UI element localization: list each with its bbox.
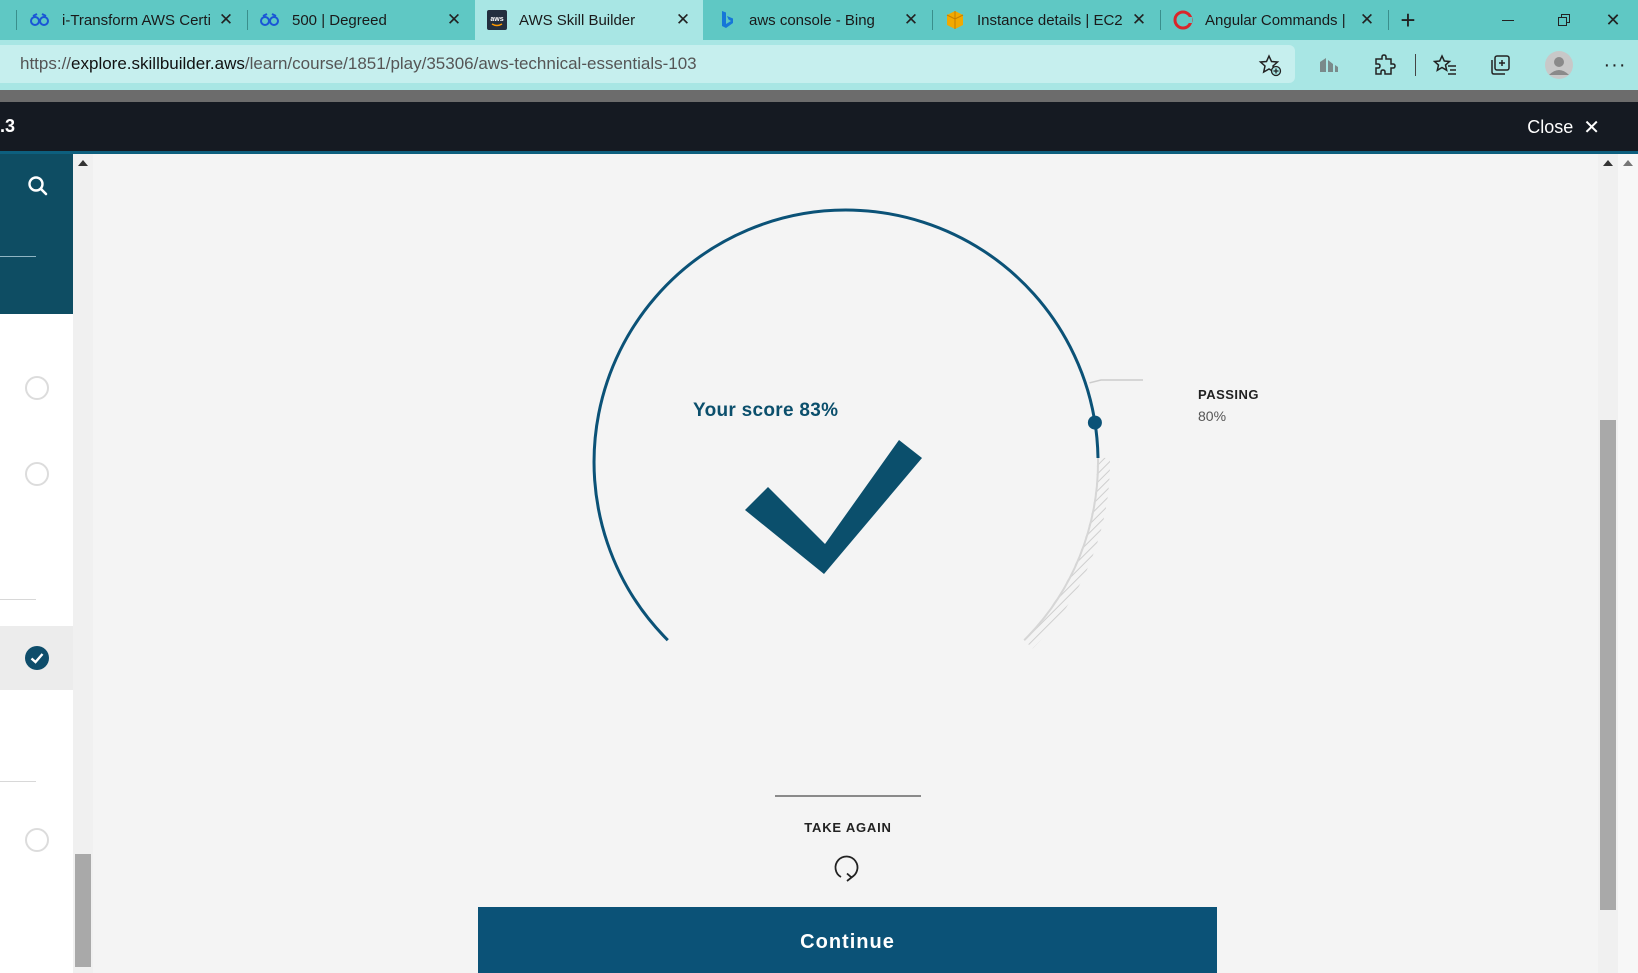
- aws-icon: aws: [487, 10, 507, 30]
- close-icon[interactable]: ✕: [1129, 10, 1149, 30]
- sidebar-header: [0, 154, 73, 314]
- content-scrollbar[interactable]: [1598, 154, 1618, 973]
- tab-title: i-Transform AWS Certi: [62, 11, 210, 29]
- tab-separator: [16, 10, 17, 30]
- browser-toolbar: https://explore.skillbuilder.aws/learn/c…: [0, 40, 1638, 90]
- sidebar-scrollbar[interactable]: [73, 154, 93, 973]
- quiz-result-panel: Your score 83% PASSING 80% TAKE AGAIN Co…: [93, 154, 1598, 973]
- tab-angular[interactable]: Angular Commands | ✕: [1161, 0, 1387, 40]
- scrollbar-thumb[interactable]: [75, 854, 91, 967]
- sidebar-divider: [0, 256, 36, 257]
- scroll-up-arrow[interactable]: [1603, 160, 1613, 166]
- lesson-status-incomplete[interactable]: [25, 462, 49, 486]
- tab-bing[interactable]: aws console - Bing ✕: [705, 0, 931, 40]
- url-scheme: https://: [20, 54, 72, 73]
- close-icon[interactable]: ✕: [1357, 10, 1377, 30]
- angular-icon: [1173, 10, 1193, 30]
- degreed-icon: [30, 10, 50, 30]
- close-icon: ✕: [1605, 9, 1621, 30]
- favorites-icon[interactable]: [1430, 50, 1460, 80]
- continue-button[interactable]: Continue: [478, 907, 1217, 973]
- lesson-status-incomplete[interactable]: [25, 828, 49, 852]
- score-gauge: [592, 208, 1143, 649]
- svg-text:aws: aws: [490, 16, 503, 23]
- url-host: explore.skillbuilder.aws: [71, 54, 245, 73]
- close-icon[interactable]: ✕: [901, 10, 921, 30]
- ec2-icon: [945, 10, 965, 30]
- close-button[interactable]: Close ✕: [1527, 115, 1600, 140]
- add-favorite-icon[interactable]: [1255, 50, 1285, 80]
- new-tab-button[interactable]: +: [1380, 0, 1436, 40]
- check-circle-icon: [25, 646, 49, 670]
- minimize-icon: [1502, 19, 1514, 21]
- browser-window: { "browser": { "tabs": [ {"label": "i-Tr…: [0, 0, 1638, 973]
- tab-itransform[interactable]: i-Transform AWS Certi ✕: [18, 0, 246, 40]
- gauge-score-arc: [592, 208, 1100, 642]
- tab-title: AWS Skill Builder: [519, 11, 636, 29]
- page-scrollbar[interactable]: [1618, 154, 1638, 973]
- passing-leader-line: [1089, 379, 1143, 384]
- restore-button[interactable]: [1536, 0, 1592, 40]
- course-title: .3: [0, 116, 16, 136]
- lesson-status-incomplete[interactable]: [25, 376, 49, 400]
- close-icon[interactable]: ✕: [444, 10, 464, 30]
- course-header: .3 Close ✕: [0, 102, 1638, 151]
- scroll-up-arrow[interactable]: [78, 160, 88, 166]
- bing-icon: [717, 10, 737, 30]
- window-close-button[interactable]: ✕: [1588, 0, 1638, 40]
- plus-icon: +: [1400, 4, 1416, 35]
- app-icon[interactable]: [1314, 50, 1344, 80]
- sidebar-divider: [0, 599, 36, 600]
- passing-label: PASSING: [1198, 387, 1260, 402]
- extensions-icon[interactable]: [1370, 50, 1400, 80]
- url-path: /learn/course/1851/play/35306/aws-techni…: [244, 54, 697, 73]
- restore-icon: [1558, 14, 1570, 26]
- passing-value: 80%: [1198, 408, 1227, 424]
- take-again-button[interactable]: TAKE AGAIN: [748, 820, 948, 835]
- close-label: Close: [1527, 117, 1574, 137]
- scroll-up-arrow[interactable]: [1623, 160, 1633, 166]
- tab-title: aws console - Bing: [749, 11, 875, 29]
- retry-icon[interactable]: [831, 851, 863, 883]
- toolbar-separator: [1415, 54, 1416, 76]
- close-icon[interactable]: ✕: [673, 10, 693, 30]
- checkmark-icon: [745, 440, 922, 574]
- tab-title: Angular Commands |: [1205, 11, 1346, 29]
- collections-icon[interactable]: [1485, 50, 1515, 80]
- sidebar-item-active[interactable]: [0, 626, 73, 690]
- close-icon[interactable]: ✕: [216, 10, 236, 30]
- close-icon: ✕: [1583, 117, 1600, 139]
- header-divider: [0, 90, 1638, 102]
- score-text: Your score 83%: [693, 400, 839, 421]
- section-divider: [775, 795, 921, 797]
- scrollbar-thumb[interactable]: [1600, 420, 1616, 910]
- minimize-button[interactable]: [1480, 0, 1536, 40]
- passing-threshold: PASSING 80%: [1198, 387, 1259, 424]
- tab-title: Instance details | EC2: [977, 11, 1123, 29]
- more-options-icon[interactable]: ···: [1600, 50, 1630, 80]
- tab-aws-skill-builder[interactable]: aws AWS Skill Builder ✕: [475, 0, 703, 40]
- tab-strip: ✕ i-Transform AWS Certi ✕ 500 | Degreed …: [0, 0, 1638, 40]
- profile-avatar[interactable]: [1544, 50, 1574, 80]
- sidebar-divider: [0, 781, 36, 782]
- tab-title: 500 | Degreed: [292, 11, 387, 29]
- tab-degreed[interactable]: 500 | Degreed ✕: [248, 0, 474, 40]
- tab-ec2-instance[interactable]: Instance details | EC2 ✕: [933, 0, 1159, 40]
- degreed-icon: [260, 10, 280, 30]
- search-icon[interactable]: [26, 174, 50, 198]
- lesson-sidebar: [0, 154, 73, 973]
- address-bar[interactable]: https://explore.skillbuilder.aws/learn/c…: [0, 45, 1295, 83]
